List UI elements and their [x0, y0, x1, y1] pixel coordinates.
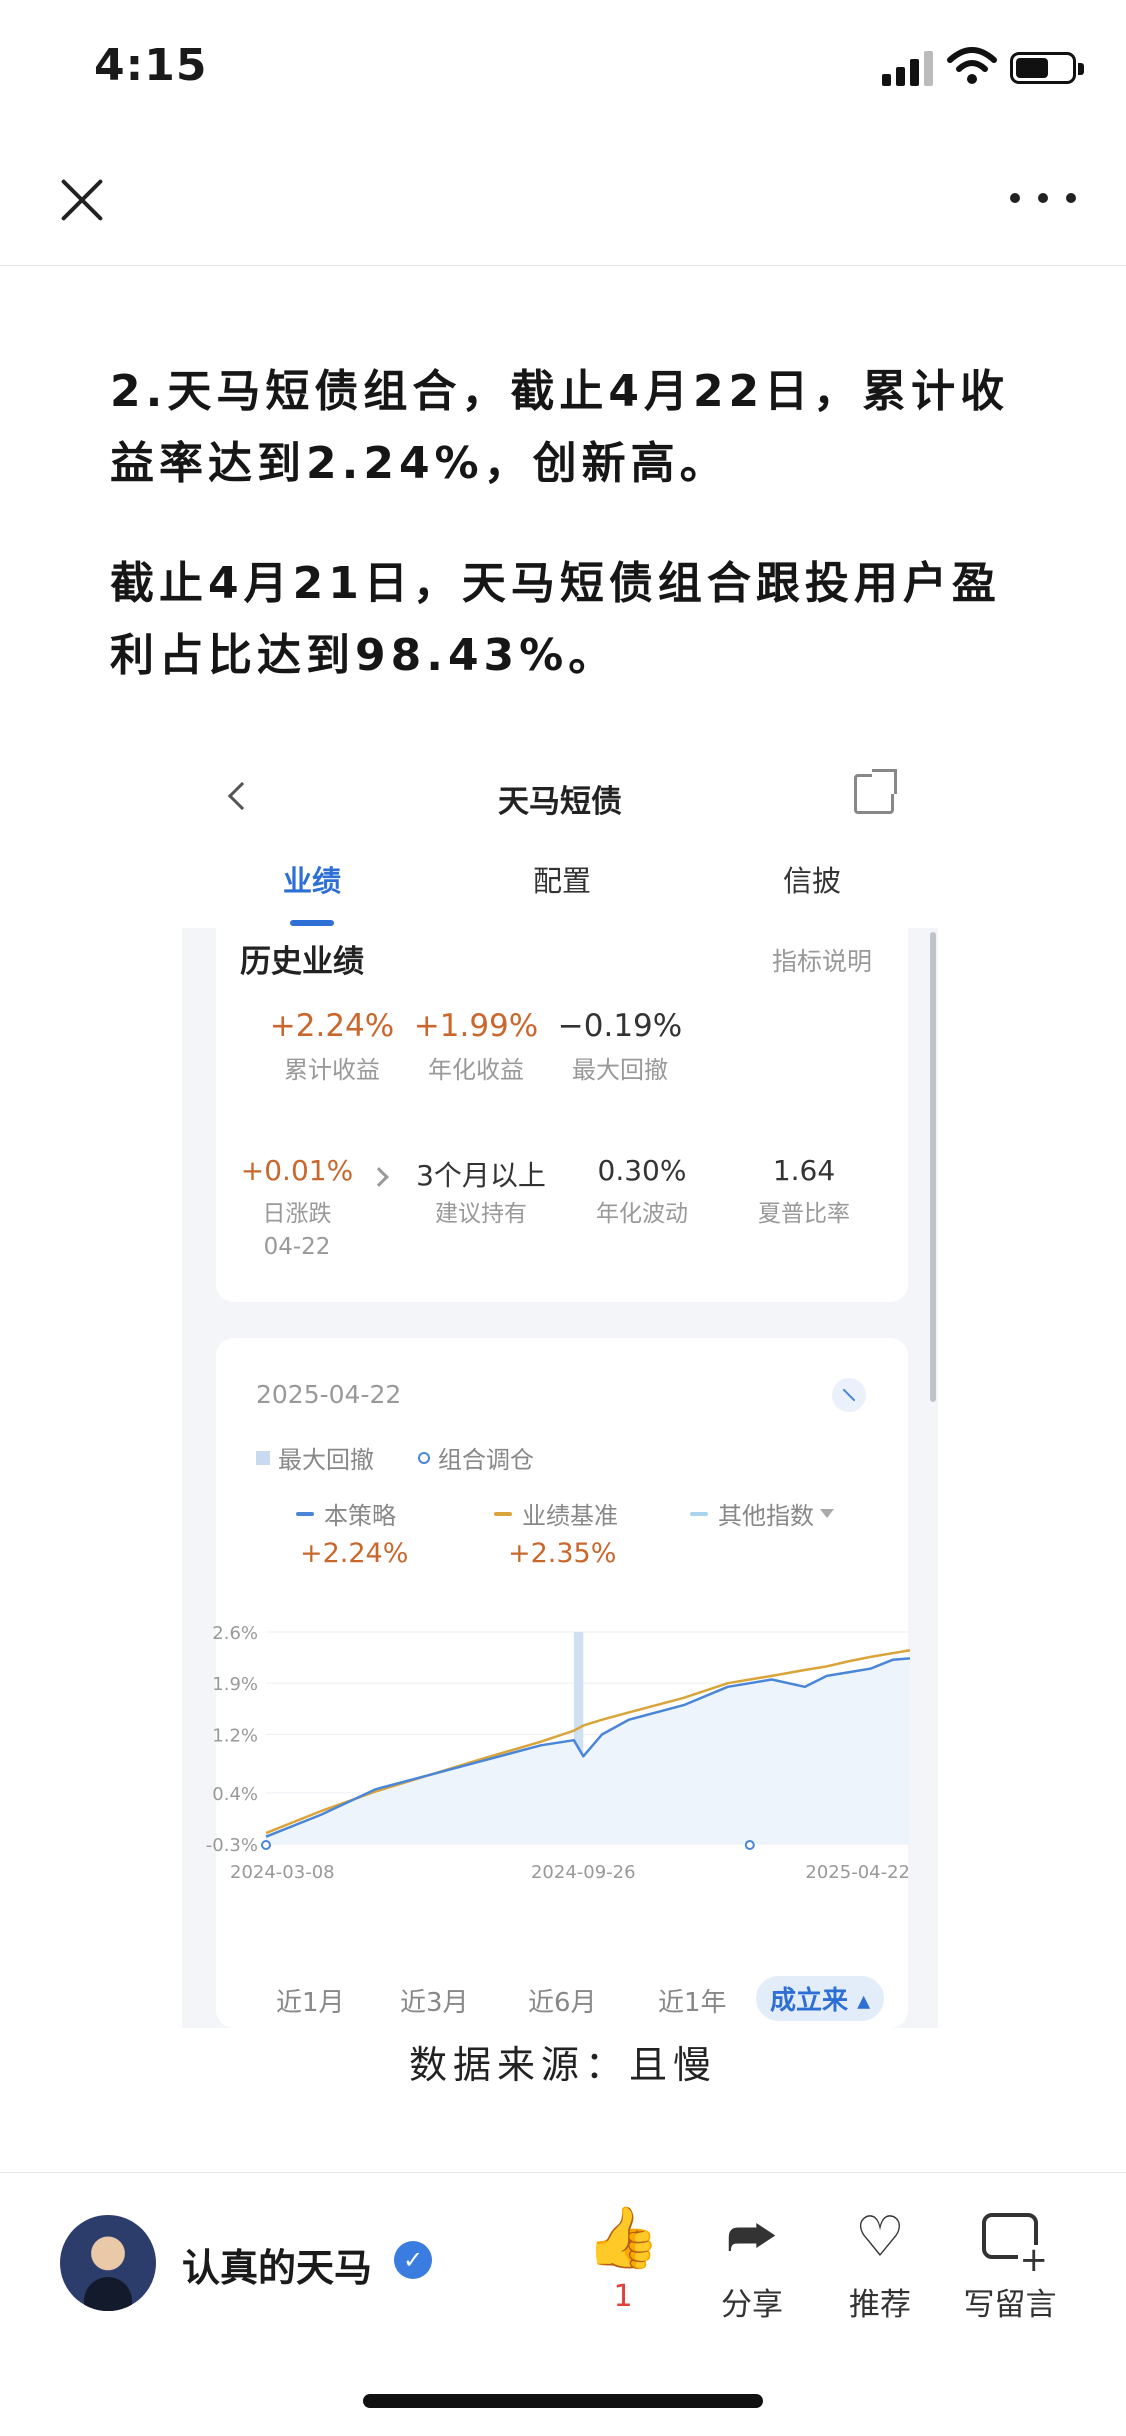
range-3m-button: 近3月: [400, 1988, 469, 2018]
rebalance-marker: [744, 1840, 755, 1850]
metric2-label: 年化波动: [596, 1201, 688, 1227]
more-horizontal-icon[interactable]: [1010, 186, 1076, 210]
status-time: 4:15: [94, 40, 208, 91]
like-button[interactable]: 👍 1: [563, 2203, 683, 2314]
article-paragraph-2: 截止4月21日，天马短债组合跟投用户盈利占比达到98.43%。: [110, 558, 1001, 681]
dropdown-triangle-icon: [820, 1509, 834, 1518]
legend-rebalance-label: 组合调仓: [438, 1446, 534, 1474]
legend-series-label: 其他指数: [718, 1502, 814, 1530]
legend-series-other: 其他指数: [690, 1496, 834, 1531]
x-tick-label: 2025-04-22: [805, 1862, 910, 1883]
legend-drawdown: 最大回撤: [256, 1440, 374, 1475]
legend-series-strategy: 本策略: [296, 1496, 396, 1531]
performance-line-chart: 2.6% 1.9% 1.2% 0.4% -0.3% 2024-03-08 2024-09-2…: [206, 1623, 911, 1883]
metric2-value: 3个月以上: [416, 1159, 546, 1192]
chart-date: 2025-04-22: [256, 1380, 402, 1409]
comment-add-icon: [982, 2213, 1050, 2275]
screenshot-header: 天马短债: [182, 748, 938, 848]
legend-series-label: 本策略: [324, 1502, 396, 1530]
heart-icon: ♡: [854, 2205, 906, 2270]
scrollbar: [930, 932, 936, 1402]
metric2-label: 夏普比率: [758, 1201, 850, 1227]
y-tick-label: 1.9%: [212, 1674, 258, 1695]
wifi-icon: [947, 47, 997, 84]
share-button[interactable]: ⮫ 分享: [692, 2203, 812, 2324]
metric2-value: 1.64: [772, 1154, 836, 1187]
external-share-icon: [854, 769, 897, 814]
close-icon[interactable]: [50, 168, 114, 232]
y-tick-label: 1.2%: [212, 1725, 258, 1746]
x-tick-label: 2024-03-08: [230, 1862, 335, 1883]
status-bar: 4:15: [0, 0, 1126, 130]
author-name[interactable]: 认真的天马: [182, 2237, 372, 2292]
rebalance-marker: [261, 1840, 271, 1850]
legend-series-benchmark: 业绩基准: [494, 1496, 618, 1531]
range-1y-button: 近1年: [658, 1988, 727, 2018]
avatar[interactable]: [60, 2215, 156, 2311]
cellular-signal-icon: [882, 50, 934, 86]
legend-series-label: 业绩基准: [522, 1502, 618, 1530]
range-since-inception-button: 成立来 ▴: [756, 1976, 885, 2021]
range-active-label: 成立来: [770, 1986, 849, 2016]
rebalance-marker-icon: [418, 1451, 430, 1464]
tab-disclosure: 信披: [782, 864, 841, 898]
metric2-label: 建议持有: [435, 1201, 527, 1227]
y-tick-label: 0.4%: [212, 1784, 258, 1805]
metric-value: −0.19%: [557, 1008, 683, 1044]
screenshot-title: 天马短债: [498, 784, 622, 820]
thumb-up-icon: 👍: [585, 2203, 661, 2273]
y-tick-label: 2.6%: [212, 1623, 258, 1644]
screenshot-tabs: 业绩 配置 信披: [182, 858, 938, 928]
range-1m-button: 近1月: [276, 1988, 345, 2018]
battery-icon: [1010, 52, 1084, 84]
drawdown-swatch: [256, 1450, 270, 1465]
metric2-value: +0.01%: [240, 1154, 354, 1187]
x-tick-label: 2024-09-26: [531, 1862, 636, 1883]
like-count: 1: [613, 2279, 633, 2314]
series-value: +2.24%: [300, 1538, 409, 1569]
metric-explanation-link: 指标说明: [772, 947, 873, 976]
legend-rebalance: 组合调仓: [418, 1440, 534, 1475]
embedded-screenshot[interactable]: 天马短债 业绩 配置 信披 历史业绩 指标说明 +2.24% 累计收益 +1.9…: [182, 748, 938, 2028]
share-icon: ⮫: [726, 2206, 778, 2269]
legend-drawdown-label: 最大回撤: [278, 1446, 374, 1474]
tab-underline: [290, 920, 334, 926]
series-value: +2.35%: [508, 1538, 617, 1569]
share-label: 分享: [721, 2287, 783, 2323]
metric2-label: 日涨跌: [262, 1201, 332, 1227]
article-paragraph-1: 2.天马短债组合，截止4月22日，累计收益率达到2.24%，创新高。: [110, 366, 1010, 489]
comment-button[interactable]: 写留言: [950, 2203, 1070, 2324]
expand-icon: [832, 1378, 866, 1412]
comment-label: 写留言: [963, 2287, 1057, 2323]
metric-label: 最大回撤: [572, 1056, 668, 1084]
recommend-button[interactable]: ♡ 推荐: [820, 2203, 940, 2324]
verified-badge-icon: ✓: [394, 2241, 432, 2279]
data-source-caption: 数据来源：且慢: [408, 2043, 717, 2087]
metric2-value: 0.30%: [597, 1154, 687, 1187]
metric2-date: 04-22: [263, 1234, 331, 1260]
range-6m-button: 近6月: [528, 1988, 597, 2018]
recommend-label: 推荐: [849, 2287, 911, 2323]
history-title: 历史业绩: [240, 944, 364, 980]
top-nav: [0, 130, 1126, 266]
tab-performance: 业绩: [282, 864, 341, 898]
home-indicator: [363, 2394, 763, 2408]
y-tick-label: -0.3%: [206, 1835, 258, 1856]
tab-allocation: 配置: [532, 864, 591, 898]
